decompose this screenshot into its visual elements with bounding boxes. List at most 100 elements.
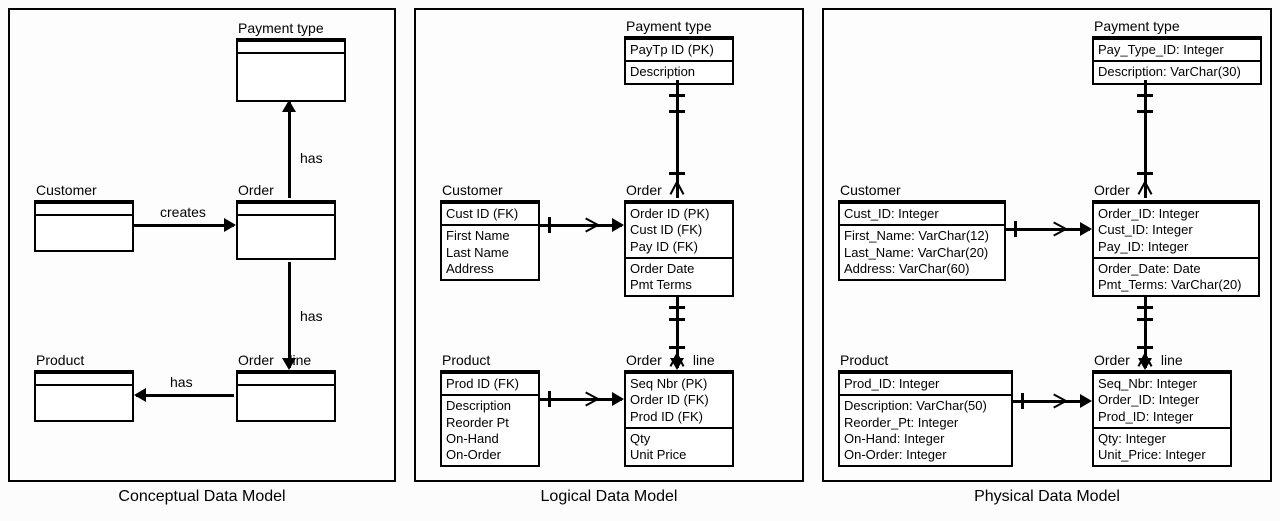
physical-panel: Payment type Pay_Type_ID: Integer Descri…	[822, 8, 1272, 482]
arrowhead-icon	[1138, 358, 1152, 370]
attr: First Name	[446, 228, 534, 244]
entity-payment-type: Payment type	[236, 38, 346, 102]
logical-panel: Payment type PayTp ID (PK) Description C…	[414, 8, 804, 482]
entity-order-line: Order line Seq_Nbr: Integer Order_ID: In…	[1092, 370, 1232, 467]
attr: Cust ID (FK)	[630, 222, 728, 238]
entity-title: Payment type	[1094, 18, 1180, 34]
edge	[540, 224, 622, 227]
entity-title: Product	[442, 352, 490, 368]
entity-order-line: Order line	[236, 370, 336, 422]
entity-title: Payment type	[626, 18, 712, 34]
edge-has-left	[136, 394, 234, 397]
entity-title: Payment type	[238, 20, 324, 36]
entity-customer: Customer	[34, 200, 134, 252]
cardinality-bar-icon	[669, 172, 685, 175]
attr: Pay_ID: Integer	[1098, 239, 1254, 255]
physical-panel-wrap: Payment type Pay_Type_ID: Integer Descri…	[822, 8, 1272, 506]
attr: Prod ID (FK)	[630, 409, 728, 425]
attr: Qty: Integer	[1098, 431, 1226, 447]
attr: Order_ID: Integer	[1098, 392, 1226, 408]
cardinality-bar-icon	[669, 318, 685, 321]
conceptual-panel: Payment type Customer Order Order line P…	[8, 8, 396, 482]
attr: Order ID (FK)	[630, 392, 728, 408]
diagram-root: Payment type Customer Order Order line P…	[8, 8, 1280, 506]
attr: Cust_ID: Integer	[844, 206, 1000, 222]
attr: Unit_Price: Integer	[1098, 447, 1226, 463]
attr: On-Order: Integer	[844, 447, 1007, 463]
cardinality-bar-icon	[1021, 393, 1024, 409]
entity-title: Product	[840, 352, 888, 368]
cardinality-bar-icon	[669, 110, 685, 113]
entity-customer: Customer Cust_ID: Integer First_Name: Va…	[838, 200, 1006, 281]
arrowhead-icon	[1080, 222, 1092, 236]
cardinality-bar-icon	[1014, 221, 1017, 237]
edge	[1013, 400, 1089, 403]
edge	[1144, 80, 1147, 198]
cardinality-bar-icon	[1137, 318, 1153, 321]
attr: Description	[446, 398, 534, 414]
edge-label: has	[170, 374, 193, 390]
cardinality-bar-icon	[669, 306, 685, 309]
attr: Reorder Pt	[446, 415, 534, 431]
attr: Cust_ID: Integer	[1098, 222, 1254, 238]
cardinality-bar-icon	[1137, 306, 1153, 309]
attr: Pmt Terms	[630, 277, 728, 293]
edge-creates	[134, 224, 234, 227]
attr: Description	[630, 64, 728, 80]
panel-caption: Physical Data Model	[822, 488, 1272, 506]
entity-title: Customer	[36, 182, 97, 198]
entity-customer: Customer Cust ID (FK) First Name Last Na…	[440, 200, 540, 281]
edge-has-up	[288, 102, 291, 198]
attr: Prod_ID: Integer	[844, 376, 1007, 392]
entity-title: Order	[238, 182, 274, 198]
attr: Description: VarChar(50)	[844, 398, 1007, 414]
entity-title: Customer	[840, 182, 901, 198]
arrowhead-icon	[1080, 394, 1092, 408]
entity-title: Customer	[442, 182, 503, 198]
attr: PayTp ID (PK)	[630, 42, 728, 58]
edge-label: has	[300, 308, 323, 324]
entity-order: Order Order ID (PK) Cust ID (FK) Pay ID …	[624, 200, 734, 297]
conceptual-panel-wrap: Payment type Customer Order Order line P…	[8, 8, 396, 506]
attr: Order_ID: Integer	[1098, 206, 1254, 222]
entity-product: Product Prod_ID: Integer Description: Va…	[838, 370, 1013, 467]
attr: Prod_ID: Integer	[1098, 409, 1226, 425]
attr: Pay ID (FK)	[630, 239, 728, 255]
attr: First_Name: VarChar(12)	[844, 228, 1000, 244]
attr: Unit Price	[630, 447, 728, 463]
entity-order: Order	[236, 200, 336, 260]
attr: Address	[446, 261, 534, 277]
attr: Seq Nbr (PK)	[630, 376, 728, 392]
arrowhead-icon	[612, 218, 624, 232]
entity-order-line: Order line Seq Nbr (PK) Order ID (FK) Pr…	[624, 370, 734, 467]
edge	[540, 398, 622, 401]
arrowhead-icon	[282, 100, 296, 112]
attr: Last_Name: VarChar(20)	[844, 245, 1000, 261]
cardinality-bar-icon	[548, 391, 551, 407]
arrowhead-icon	[134, 388, 146, 402]
attr: Prod ID (FK)	[446, 376, 534, 392]
edge-has-down	[288, 262, 291, 368]
edge	[1006, 228, 1090, 231]
attr: Address: VarChar(60)	[844, 261, 1000, 277]
entity-title: Product	[36, 352, 84, 368]
attr: Qty	[630, 431, 728, 447]
arrowhead-icon	[670, 358, 684, 370]
attr: Description: VarChar(30)	[1098, 64, 1256, 80]
edge	[676, 80, 679, 198]
attr: Order Date	[630, 261, 728, 277]
cardinality-bar-icon	[548, 217, 551, 233]
panel-caption: Conceptual Data Model	[8, 488, 396, 506]
attr: Seq_Nbr: Integer	[1098, 376, 1226, 392]
cardinality-bar-icon	[1137, 172, 1153, 175]
attr: Reorder_Pt: Integer	[844, 415, 1007, 431]
attr: Cust ID (FK)	[446, 206, 534, 222]
panel-caption: Logical Data Model	[414, 488, 804, 506]
arrowhead-icon	[612, 392, 624, 406]
edge-label: has	[300, 150, 323, 166]
entity-title: Order line	[238, 352, 311, 368]
entity-payment-type: Payment type PayTp ID (PK) Description	[624, 36, 734, 85]
attr: Order_Date: Date	[1098, 261, 1254, 277]
attr: Pay_Type_ID: Integer	[1098, 42, 1256, 58]
cardinality-bar-icon	[1137, 346, 1153, 349]
